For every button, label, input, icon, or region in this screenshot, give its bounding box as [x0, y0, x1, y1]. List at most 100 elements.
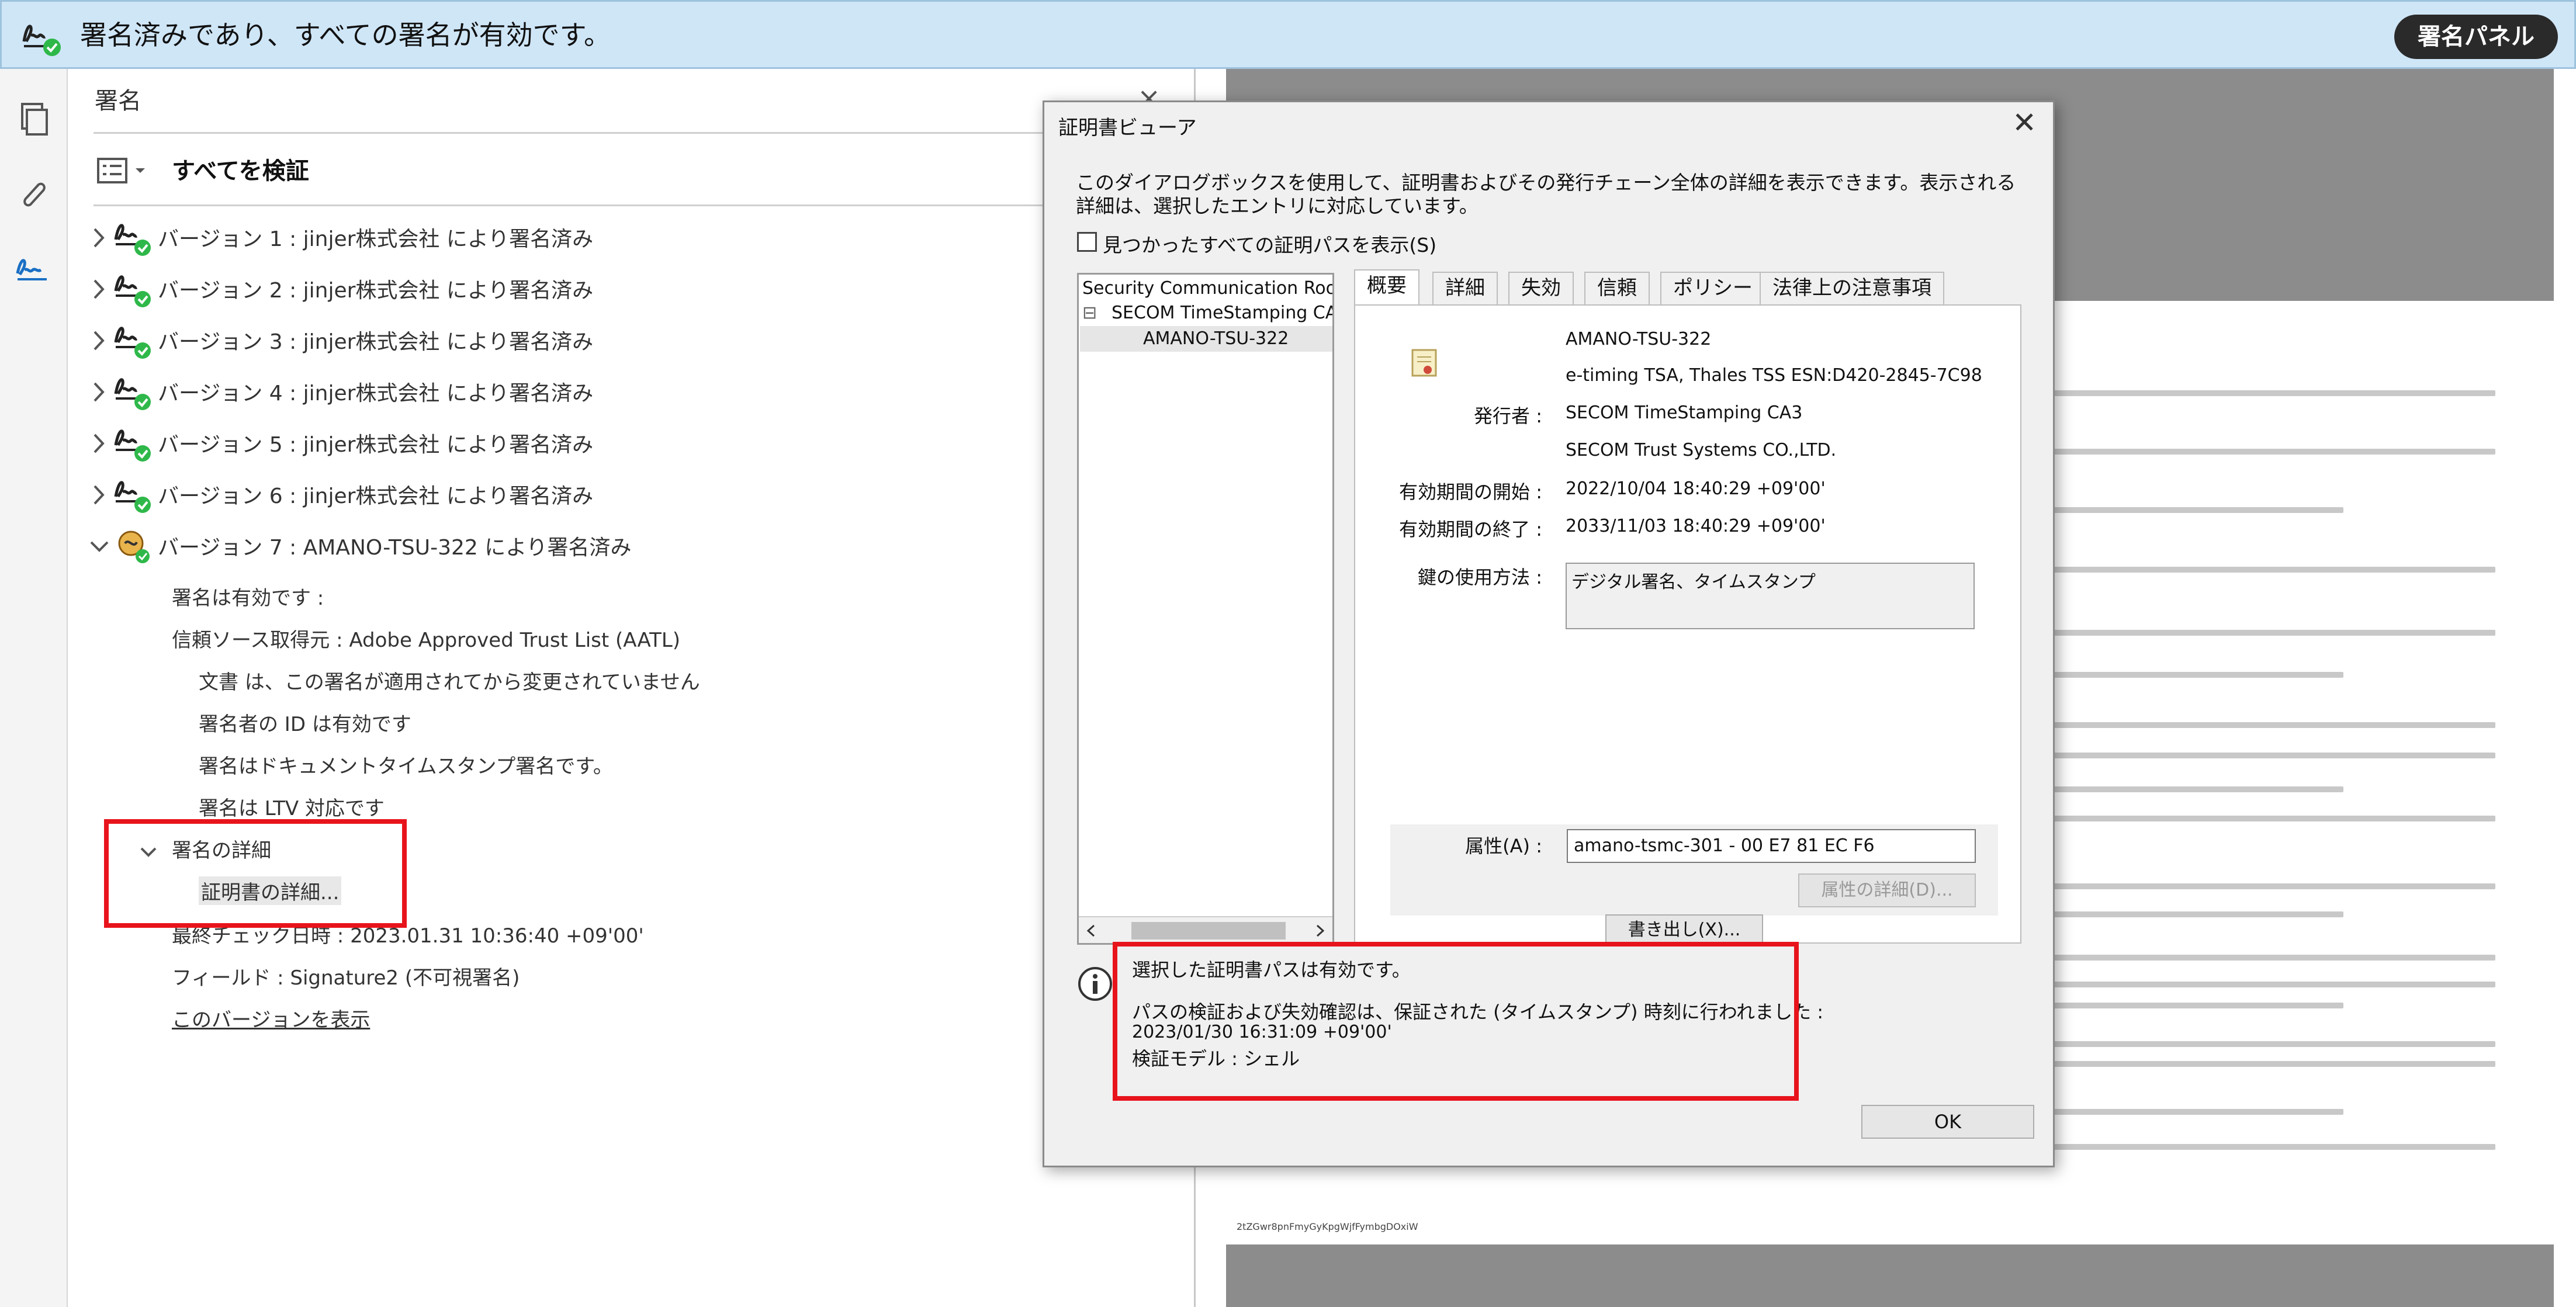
tool-rail	[0, 69, 68, 1307]
scrollbar-thumb[interactable]	[1131, 922, 1286, 939]
highlight-box-validation-status	[1113, 942, 1799, 1101]
dialog-close-button[interactable]: ✕	[2012, 106, 2037, 140]
tab-3[interactable]: 信頼	[1584, 272, 1650, 304]
signature-version-label: バージョン 1 : jinjer株式会社 により署名済み	[158, 227, 594, 251]
document-text-line	[2051, 911, 2343, 917]
signature-version-row[interactable]: バージョン 7 : AMANO-TSU-322 により署名済み	[88, 526, 1081, 573]
tab-1[interactable]: 詳細	[1432, 272, 1498, 304]
signature-version-label: バージョン 6 : jinjer株式会社 により署名済み	[158, 484, 594, 508]
show-all-paths-label[interactable]: 見つかったすべての証明パスを表示(S)	[1103, 230, 1436, 258]
signature-version-row[interactable]: バージョン 6 : jinjer株式会社 により署名済み	[88, 474, 1081, 521]
tree-collapse-icon[interactable]: ⊟	[1082, 303, 1097, 323]
tab-5[interactable]: 法律上の注意事項	[1760, 272, 1944, 304]
key-usage-box: デジタル署名、タイムスタンプ	[1566, 563, 1975, 629]
document-text-line	[2051, 1144, 2495, 1150]
tree-item-root[interactable]: Security Communication RootC	[1082, 278, 1332, 299]
document-text-line	[2051, 630, 2495, 636]
attribute-label: 属性(A) :	[1465, 835, 1542, 857]
options-menu-icon[interactable]	[95, 151, 153, 192]
tree-horizontal-scrollbar[interactable]	[1079, 916, 1332, 943]
scroll-left-icon[interactable]	[1082, 922, 1100, 939]
tree-item-leaf[interactable]: AMANO-TSU-322	[1143, 328, 1289, 349]
document-timestamp-text: 署名はドキュメントタイムスタンプ署名です。	[199, 755, 613, 778]
attachment-icon[interactable]	[14, 175, 53, 214]
pages-icon[interactable]	[14, 100, 53, 139]
document-footer-code: 2tZGwr8pnFmyGyKpgWjfFymbgDOxiW	[1237, 1221, 1418, 1232]
signature-version-row[interactable]: バージョン 2 : jinjer株式会社 により署名済み	[88, 269, 1081, 316]
document-text-line	[2051, 1061, 2495, 1067]
tree-item-intermediate[interactable]: SECOM TimeStamping CA3	[1112, 303, 1332, 323]
key-usage-label: 鍵の使用方法 :	[1418, 566, 1542, 588]
document-text-line	[2051, 390, 2495, 396]
signature-version-label: バージョン 5 : jinjer株式会社 により署名済み	[158, 433, 594, 457]
tab-0[interactable]: 概要	[1354, 269, 1419, 304]
signature-valid-icon	[114, 327, 151, 359]
summary-tab-page: AMANO-TSU-322 e-timing TSA, Thales TSS E…	[1354, 304, 2021, 944]
chevron-right-icon[interactable]	[88, 275, 111, 304]
certificate-path-tree: Security Communication RootC ⊟ SECOM Tim…	[1077, 273, 1334, 945]
attribute-details-button[interactable]: 属性の詳細(D)...	[1798, 873, 1976, 907]
document-unchanged-text: 文書 は、この署名が適用されてから変更されていません	[199, 671, 700, 694]
chevron-down-icon[interactable]	[88, 532, 111, 561]
signature-version-row[interactable]: バージョン 5 : jinjer株式会社 により署名済み	[88, 423, 1081, 470]
valid-to-value: 2033/11/03 18:40:29 +09'00'	[1566, 516, 1826, 536]
timestamp-seal-icon	[118, 531, 150, 563]
document-text-line	[2051, 816, 2495, 821]
document-text-line	[2051, 883, 2495, 889]
signature-valid-icon	[114, 378, 151, 410]
certificate-icon	[1411, 349, 1437, 377]
signature-version-label: バージョン 2 : jinjer株式会社 により署名済み	[158, 279, 594, 303]
show-all-paths-checkbox[interactable]	[1077, 232, 1097, 252]
chevron-right-icon[interactable]	[88, 326, 111, 355]
signature-valid-icon	[114, 224, 151, 256]
issuer-org-value: SECOM Trust Systems CO.,LTD.	[1566, 440, 1837, 460]
signature-version-label: バージョン 3 : jinjer株式会社 により署名済み	[158, 330, 594, 354]
valid-from-label: 有効期間の開始 :	[1399, 481, 1542, 503]
verify-all-button[interactable]: すべてを検証	[172, 151, 309, 192]
signature-version-label: バージョン 4 : jinjer株式会社 により署名済み	[158, 382, 594, 405]
valid-to-label: 有効期間の終了 :	[1399, 518, 1542, 540]
trust-source-text: 信頼ソース取得元 : Adobe Approved Trust List (AA…	[172, 629, 681, 652]
divider	[94, 204, 1099, 206]
chevron-right-icon[interactable]	[88, 429, 111, 458]
document-text-line	[2051, 1003, 2343, 1008]
chevron-right-icon[interactable]	[88, 377, 111, 407]
show-version-link[interactable]: このバージョンを表示	[172, 1004, 370, 1032]
document-text-line	[2051, 786, 2343, 792]
document-text-line	[2051, 672, 2343, 678]
panel-title: 署名	[95, 88, 141, 115]
dialog-description: このダイアログボックスを使用して、証明書およびその発行チェーン全体の詳細を表示で…	[1076, 171, 2016, 217]
signer-id-valid-text: 署名者の ID は有効です	[199, 713, 411, 736]
issuer-label: 発行者 :	[1474, 405, 1542, 427]
document-text-line	[2051, 567, 2495, 573]
cert-subject: AMANO-TSU-322	[1566, 329, 1712, 349]
chevron-right-icon[interactable]	[88, 480, 111, 509]
ltv-enabled-text: 署名は LTV 対応です	[199, 797, 385, 820]
scroll-right-icon[interactable]	[1311, 922, 1329, 939]
attribute-select[interactable]: amano-tsmc-301 - 00 E7 81 EC F6	[1567, 829, 1976, 863]
signature-version-label: バージョン 7 : AMANO-TSU-322 により署名済み	[158, 536, 632, 560]
signature-version-row[interactable]: バージョン 4 : jinjer株式会社 により署名済み	[88, 372, 1081, 418]
signature-valid-icon	[114, 429, 151, 462]
tab-2[interactable]: 失効	[1508, 272, 1574, 304]
dialog-title: 証明書ビューア	[1058, 116, 1197, 140]
chevron-right-icon[interactable]	[88, 223, 111, 252]
signature-panel-button[interactable]: 署名パネル	[2394, 15, 2558, 59]
document-text-line	[2051, 507, 2343, 513]
signature-valid-icon	[114, 275, 151, 307]
signature-icon[interactable]	[14, 249, 53, 287]
signature-version-row[interactable]: バージョン 1 : jinjer株式会社 により署名済み	[88, 217, 1081, 264]
signature-version-row[interactable]: バージョン 3 : jinjer株式会社 により署名済み	[88, 320, 1081, 367]
document-text-line	[2051, 753, 2495, 758]
document-text-line	[2051, 449, 2495, 455]
banner-message: 署名済みであり、すべての署名が有効です。	[80, 19, 611, 51]
document-text-line	[2051, 982, 2495, 987]
tab-4[interactable]: ポリシー	[1660, 272, 1765, 304]
valid-from-value: 2022/10/04 18:40:29 +09'00'	[1566, 479, 1826, 499]
divider	[94, 132, 1099, 134]
document-text-line	[2051, 722, 2495, 728]
signature-status-banner: 署名済みであり、すべての署名が有効です。 署名パネル	[0, 0, 2576, 69]
info-icon	[1078, 967, 1112, 1001]
export-button[interactable]: 書き出し(X)...	[1605, 914, 1763, 946]
ok-button[interactable]: OK	[1861, 1105, 2034, 1139]
